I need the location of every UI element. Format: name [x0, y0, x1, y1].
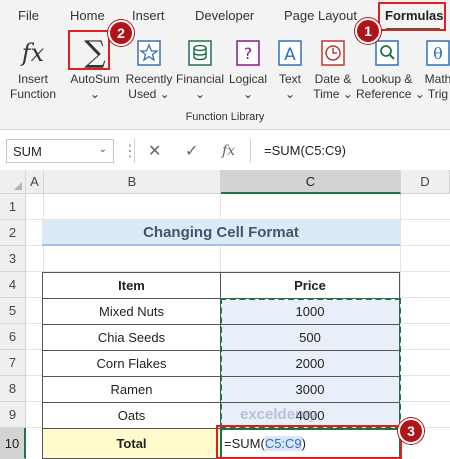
- column-header-c[interactable]: C: [221, 170, 401, 194]
- recently-used-label-1: Recently: [125, 72, 173, 86]
- chevron-down-icon: ⌄: [89, 87, 101, 101]
- recently-used-button[interactable]: Recently Used ⌄: [124, 36, 174, 102]
- name-box[interactable]: SUM ⌄: [6, 139, 114, 163]
- tab-page-layout[interactable]: Page Layout: [284, 8, 357, 23]
- clock-icon: [316, 36, 350, 70]
- item-cell[interactable]: Corn Flakes: [42, 350, 221, 377]
- lookup-reference-button[interactable]: Lookup & Reference ⌄: [356, 36, 425, 102]
- lookup-reference-label-1: Lookup &: [361, 72, 413, 86]
- insert-function-label-1: Insert: [17, 72, 48, 86]
- lookup-reference-label-2: Reference ⌄: [356, 87, 425, 101]
- tab-insert[interactable]: Insert: [132, 8, 165, 23]
- formula-cell-highlight: [216, 425, 402, 459]
- total-label[interactable]: Total: [42, 428, 221, 459]
- text-button[interactable]: A Text ⌄: [272, 36, 308, 102]
- cancel-icon[interactable]: ✕: [148, 141, 161, 161]
- text-a-icon: A: [273, 36, 307, 70]
- formula-bar: SUM ⌄ ⋮ ✕ ✓ fx =SUM(C5:C9): [0, 135, 450, 165]
- ribbon: File Home Insert Developer Page Layout F…: [0, 0, 450, 130]
- row-header-5[interactable]: 5: [0, 298, 26, 324]
- divider: [134, 139, 135, 163]
- formula-input[interactable]: =SUM(C5:C9): [258, 139, 450, 163]
- item-cell[interactable]: Ramen: [42, 376, 221, 403]
- text-label: Text: [278, 72, 301, 86]
- tab-file[interactable]: File: [18, 8, 39, 23]
- item-cell[interactable]: Chia Seeds: [42, 324, 221, 351]
- autosum-label: AutoSum: [70, 72, 120, 86]
- fx-icon: fx: [21, 38, 45, 67]
- step-badge-3: 3: [398, 418, 424, 444]
- row-header-9[interactable]: 9: [0, 402, 26, 428]
- logical-button[interactable]: ? Logical ⌄: [226, 36, 270, 102]
- item-cell[interactable]: Mixed Nuts: [42, 298, 221, 325]
- date-time-button[interactable]: Date & Time ⌄: [310, 36, 356, 102]
- row-header-10[interactable]: 10: [0, 428, 26, 459]
- header-price[interactable]: Price: [220, 272, 400, 299]
- header-item[interactable]: Item: [42, 272, 221, 299]
- step-badge-1: 1: [355, 18, 381, 44]
- math-trig-label-1: Math: [424, 72, 450, 86]
- enter-icon[interactable]: ✓: [185, 141, 198, 161]
- more-options-icon: ⋮: [122, 143, 138, 160]
- theta-icon: θ: [421, 36, 450, 70]
- chevron-down-icon: ⌄: [242, 87, 254, 101]
- date-time-label-2: Time ⌄: [313, 87, 353, 101]
- row-header-6[interactable]: 6: [0, 324, 26, 350]
- select-all-corner[interactable]: [0, 170, 26, 194]
- row-header-2[interactable]: 2: [0, 220, 26, 246]
- row-header-4[interactable]: 4: [0, 272, 26, 298]
- recently-used-label-2: Used ⌄: [128, 87, 170, 101]
- insert-function-button[interactable]: fx Insert Function: [4, 36, 62, 102]
- function-library-label: Function Library: [185, 111, 265, 123]
- svg-text:?: ?: [244, 44, 253, 63]
- question-mark-icon: ?: [231, 36, 265, 70]
- date-time-label-1: Date &: [314, 72, 352, 86]
- logical-label: Logical: [228, 72, 268, 86]
- column-header-b[interactable]: B: [44, 170, 221, 194]
- divider: [250, 139, 251, 163]
- tab-home[interactable]: Home: [70, 8, 105, 23]
- fx-icon[interactable]: fx: [222, 143, 235, 159]
- math-trig-button[interactable]: θ Math Trig: [420, 36, 450, 102]
- autosum-highlight: [68, 30, 110, 70]
- chevron-down-icon: ⌄: [284, 87, 296, 101]
- column-header-a[interactable]: A: [26, 170, 44, 194]
- step-badge-2: 2: [108, 20, 134, 46]
- chevron-down-icon[interactable]: ⌄: [99, 144, 107, 155]
- watermark-logo: exceldemy: [240, 406, 317, 423]
- financial-label: Financial: [175, 72, 225, 86]
- coins-icon: [183, 36, 217, 70]
- insert-function-label-2: Function: [9, 87, 57, 101]
- row-header-1[interactable]: 1: [0, 194, 26, 220]
- name-box-value: SUM: [13, 144, 42, 159]
- worksheet-grid: A B C D 1 2 3 4 5 6 7 8 9 10 Changing Ce…: [0, 170, 450, 459]
- item-cell[interactable]: Oats: [42, 402, 221, 429]
- math-trig-label-2: Trig: [427, 87, 449, 101]
- row-header-3[interactable]: 3: [0, 246, 26, 272]
- column-header-d[interactable]: D: [401, 170, 450, 194]
- svg-text:A: A: [284, 45, 296, 65]
- chevron-down-icon: ⌄: [194, 87, 206, 101]
- row-header-8[interactable]: 8: [0, 376, 26, 402]
- row-header-7[interactable]: 7: [0, 350, 26, 376]
- svg-text:θ: θ: [433, 44, 443, 63]
- star-icon: [132, 36, 166, 70]
- sheet-title[interactable]: Changing Cell Format: [42, 220, 400, 246]
- financial-button[interactable]: Financial ⌄: [174, 36, 226, 102]
- formulas-tab-highlight: [378, 2, 446, 31]
- tab-developer[interactable]: Developer: [195, 8, 254, 23]
